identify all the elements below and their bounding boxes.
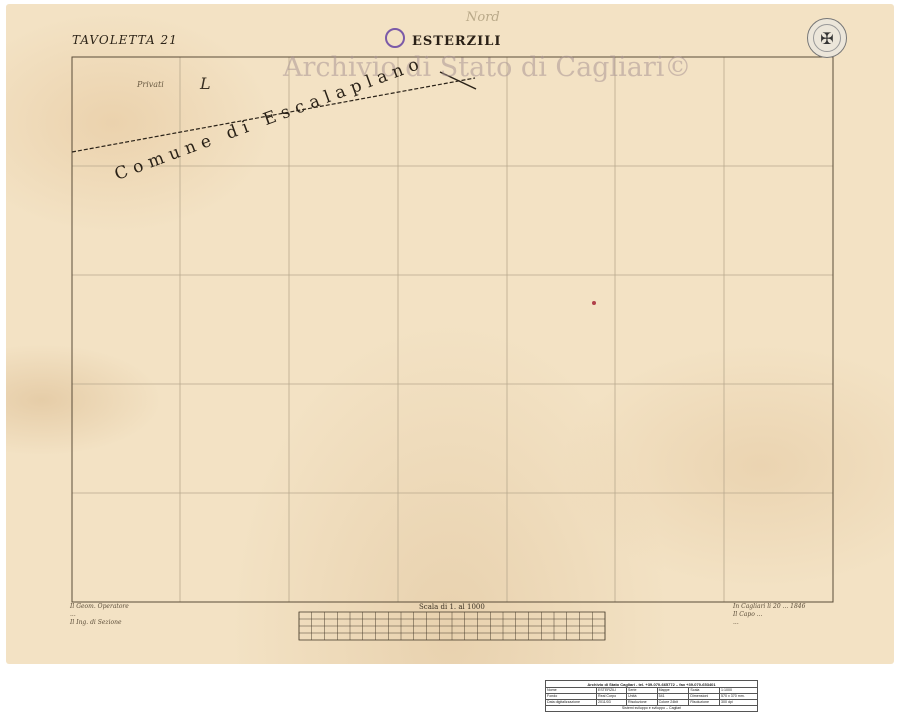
violet-seal-stamp — [385, 28, 405, 48]
archive-watermark: Archivio di Stato di Cagliari© — [283, 52, 692, 83]
pencil-note: Nord — [466, 10, 500, 25]
eagle-icon: ✠ — [813, 24, 841, 52]
info-footer: Sistemi sviluppo e sviluppo – Cagliari — [545, 705, 758, 712]
signature-left-line: Il Geom. Operatore — [70, 603, 129, 610]
eagle-stamp-icon: ✠ — [807, 18, 847, 58]
scale-bar — [298, 611, 606, 641]
archive-info-table: Archivio di Stato Cagliari - tel. +39-07… — [545, 680, 759, 712]
signature-left: Il Geom. Operatore ... Il Ing. di Sezion… — [70, 603, 129, 627]
parcel-letter: L — [200, 74, 211, 93]
map-title: ESTERZILI — [412, 34, 502, 49]
signature-left-line: Il Ing. di Sezione — [70, 619, 122, 626]
signature-right-line: Il Capo ... — [733, 611, 763, 618]
signature-right-line: In Cagliari li 20 ... 1846 — [733, 603, 806, 610]
signature-left-line: ... — [70, 611, 76, 618]
tavoletta-title: TAVOLETTA 21 — [72, 33, 178, 47]
info-header: Archivio di Stato Cagliari - tel. +39-07… — [545, 680, 758, 688]
red-dot-mark — [592, 301, 596, 305]
privati-label: Privati — [137, 80, 164, 89]
signature-right-line: ... — [733, 619, 739, 626]
signature-right: In Cagliari li 20 ... 1846 Il Capo ... .… — [733, 603, 805, 627]
scale-label: Scala di 1. al 1000 — [419, 603, 485, 611]
